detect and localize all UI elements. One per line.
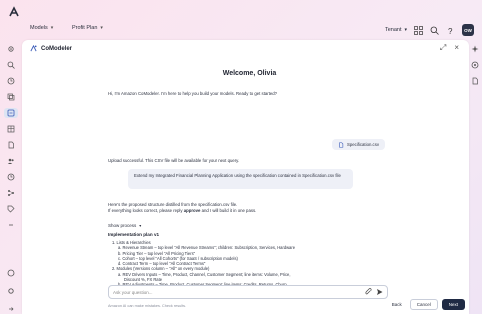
chevron-down-icon: ▾ bbox=[139, 223, 142, 228]
comodeler-icon bbox=[30, 45, 37, 52]
footer-actions: Back Cancel Next bbox=[388, 299, 465, 310]
settings-icon[interactable] bbox=[6, 44, 16, 54]
panel-title: CoModeler bbox=[41, 45, 73, 52]
proposed-message-line2: If everything looks correct, please repl… bbox=[108, 208, 391, 214]
cancel-button[interactable]: Cancel bbox=[409, 299, 438, 310]
target-icon[interactable] bbox=[470, 60, 480, 70]
layers-icon[interactable] bbox=[6, 92, 16, 102]
flow-icon[interactable] bbox=[6, 188, 16, 198]
logo-icon bbox=[9, 6, 19, 17]
top-right-tools: Tenant ▾ ? OW bbox=[385, 22, 474, 38]
app-logo[interactable] bbox=[8, 6, 22, 20]
search-icon[interactable] bbox=[430, 26, 439, 35]
ai-disclaimer: Amazon AI can make mistakes. Check resul… bbox=[108, 304, 187, 308]
avatar[interactable]: OW bbox=[462, 24, 474, 36]
attached-file[interactable]: Specification.csv bbox=[331, 139, 385, 150]
attached-file-name: Specification.csv bbox=[346, 142, 379, 147]
tenant-selector[interactable]: Tenant ▾ bbox=[385, 27, 407, 33]
plan-title: Implementation plan v1 bbox=[108, 232, 160, 237]
help-icon[interactable]: ? bbox=[446, 26, 455, 35]
next-button[interactable]: Next bbox=[441, 299, 465, 310]
close-icon[interactable]: × bbox=[454, 44, 459, 52]
sparkle-icon[interactable] bbox=[470, 44, 480, 54]
upload-message: Upload successful. This CSV file will be… bbox=[108, 158, 240, 163]
document-icon[interactable] bbox=[470, 76, 480, 86]
expand-icon[interactable] bbox=[6, 304, 16, 314]
users-icon[interactable] bbox=[6, 156, 16, 166]
panel-header: CoModeler bbox=[30, 45, 72, 52]
top-bar: Models ▾ Profit Plan ▾ Tenant ▾ ? OW bbox=[24, 22, 482, 40]
proposed-text-post: and I will build it in one pass. bbox=[200, 208, 257, 213]
comodeler-nav-icon[interactable] bbox=[4, 108, 18, 118]
chevron-down-icon: ▾ bbox=[50, 25, 54, 31]
comodeler-panel: CoModeler ⤢ × Welcome, Olivia Hi, I'm Am… bbox=[22, 40, 469, 314]
chat-input-box[interactable] bbox=[108, 285, 388, 299]
table-icon[interactable] bbox=[6, 124, 16, 134]
help-circle-icon[interactable] bbox=[6, 268, 16, 278]
svg-text:?: ? bbox=[448, 27, 453, 35]
chevron-down-icon: ▾ bbox=[100, 25, 103, 31]
chevron-down-icon: ▾ bbox=[404, 27, 407, 33]
tag-icon[interactable] bbox=[6, 204, 16, 214]
document-icon[interactable] bbox=[6, 140, 16, 150]
approve-keyword: approve bbox=[183, 208, 201, 213]
proposed-text-pre: If everything looks correct, please repl… bbox=[108, 208, 184, 213]
back-button[interactable]: Back bbox=[388, 300, 406, 309]
search-icon[interactable] bbox=[6, 60, 16, 70]
user-message: Extend my Integrated Financial Planning … bbox=[128, 169, 353, 189]
breadcrumb-models-label: Models bbox=[30, 25, 48, 31]
grid-icon[interactable] bbox=[414, 25, 423, 35]
clock-icon[interactable] bbox=[6, 76, 16, 86]
send-icon[interactable] bbox=[376, 288, 383, 296]
breadcrumb-profit-plan[interactable]: Profit Plan ▾ bbox=[72, 25, 103, 31]
attach-icon[interactable] bbox=[365, 288, 372, 296]
input-actions bbox=[365, 288, 383, 296]
gear-icon[interactable] bbox=[6, 286, 16, 296]
right-rail bbox=[468, 40, 482, 140]
breadcrumb-profit-plan-label: Profit Plan bbox=[72, 25, 98, 31]
tenant-label: Tenant bbox=[384, 27, 402, 33]
clock-icon[interactable] bbox=[6, 172, 16, 182]
show-process-toggle[interactable]: Show process ▾ bbox=[108, 223, 141, 228]
show-process-label: Show process bbox=[108, 223, 137, 228]
more-icon[interactable] bbox=[6, 220, 16, 230]
welcome-heading: Welcome, Olivia bbox=[222, 70, 277, 77]
assistant-intro: Hi, I'm Amazon CoModeler. I'm here to he… bbox=[108, 91, 278, 96]
file-icon bbox=[339, 141, 344, 148]
panel-controls: ⤢ × bbox=[440, 44, 459, 52]
left-nav-rail bbox=[0, 40, 22, 314]
breadcrumb-models[interactable]: Models ▾ bbox=[30, 25, 53, 31]
chat-input[interactable] bbox=[113, 288, 343, 297]
expand-icon[interactable]: ⤢ bbox=[440, 44, 446, 52]
